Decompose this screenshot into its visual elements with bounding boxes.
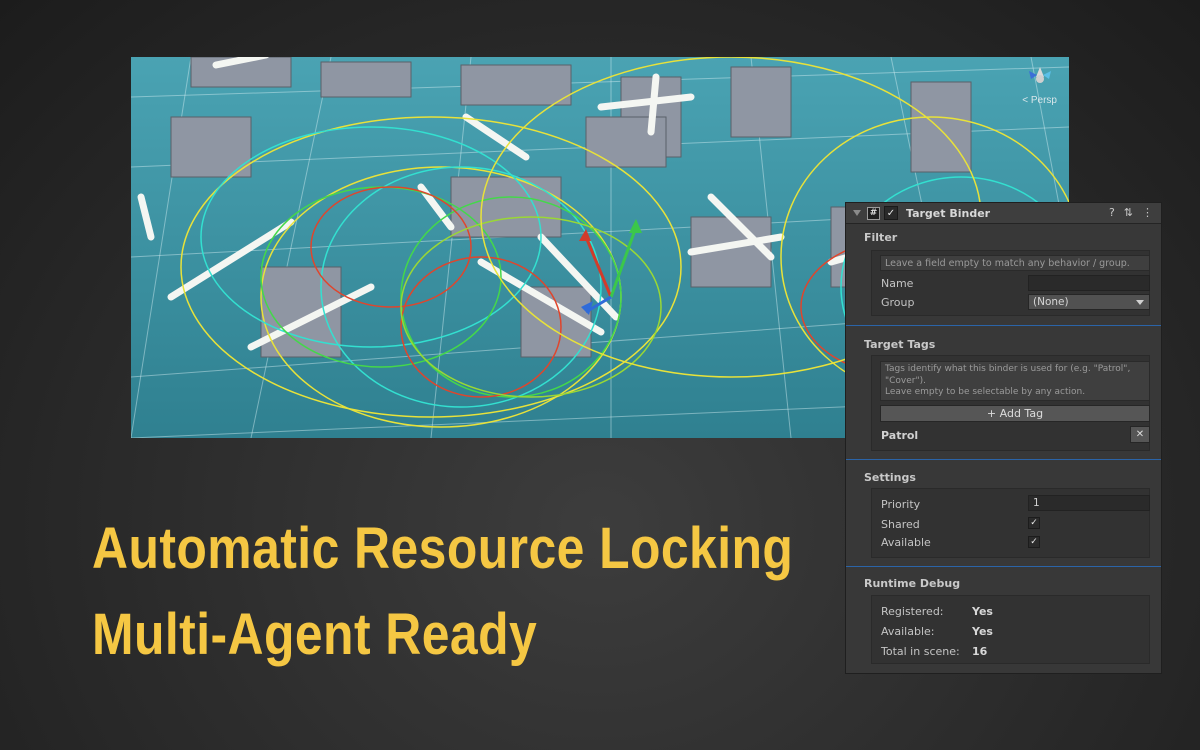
add-tag-button[interactable]: + Add Tag [880,405,1150,422]
shared-label: Shared [881,518,920,531]
component-header[interactable]: # ✓ Target Binder ? ⇅ ⋮ [846,203,1161,224]
kebab-menu-icon[interactable]: ⋮ [1142,206,1153,219]
remove-tag-button[interactable]: ✕ [1130,426,1150,443]
shared-checkbox[interactable]: ✓ [1028,517,1040,529]
section-title-settings[interactable]: Settings [864,471,916,484]
total-in-scene-label: Total in scene: [881,645,960,658]
scene-orientation-gizmo-icon[interactable] [1025,63,1055,89]
foldout-arrow-icon[interactable] [853,210,861,216]
registered-label: Registered: [881,605,944,618]
section-separator [846,459,1161,460]
filter-hint: Leave a field empty to match any behavio… [880,255,1150,271]
group-dropdown-value: (None) [1033,296,1069,308]
chevron-down-icon [1136,300,1144,305]
target-tags-hint: Tags identify what this binder is used f… [880,361,1150,401]
priority-label: Priority [881,498,921,511]
available-label: Available [881,536,931,549]
section-title-runtime-debug[interactable]: Runtime Debug [864,577,960,590]
available-debug-label: Available: [881,625,935,638]
priority-field[interactable]: 1 [1028,495,1150,511]
tag-item-patrol: Patrol [881,429,919,442]
name-field[interactable] [1028,275,1150,291]
headline-line-1: Automatic Resource Locking [92,516,794,581]
registered-value: Yes [972,605,993,618]
script-icon: # [867,206,880,220]
help-icon[interactable]: ? [1109,206,1115,219]
available-checkbox[interactable]: ✓ [1028,536,1040,548]
headline-line-2: Multi-Agent Ready [92,602,538,667]
projection-label[interactable]: < Persp [1022,95,1057,106]
name-label: Name [881,277,914,290]
section-title-target-tags[interactable]: Target Tags [864,338,935,351]
section-separator [846,566,1161,567]
section-title-filter[interactable]: Filter [864,231,897,244]
section-separator [846,325,1161,326]
available-debug-value: Yes [972,625,993,638]
component-title: Target Binder [906,206,991,220]
total-in-scene-value: 16 [972,645,988,658]
component-enabled-checkbox[interactable]: ✓ [884,206,898,220]
group-label: Group [881,296,915,309]
group-dropdown[interactable]: (None) [1028,294,1150,310]
inspector-panel: # ✓ Target Binder ? ⇅ ⋮ Filter Leave a f… [845,202,1162,674]
preset-icon[interactable]: ⇅ [1124,206,1133,219]
